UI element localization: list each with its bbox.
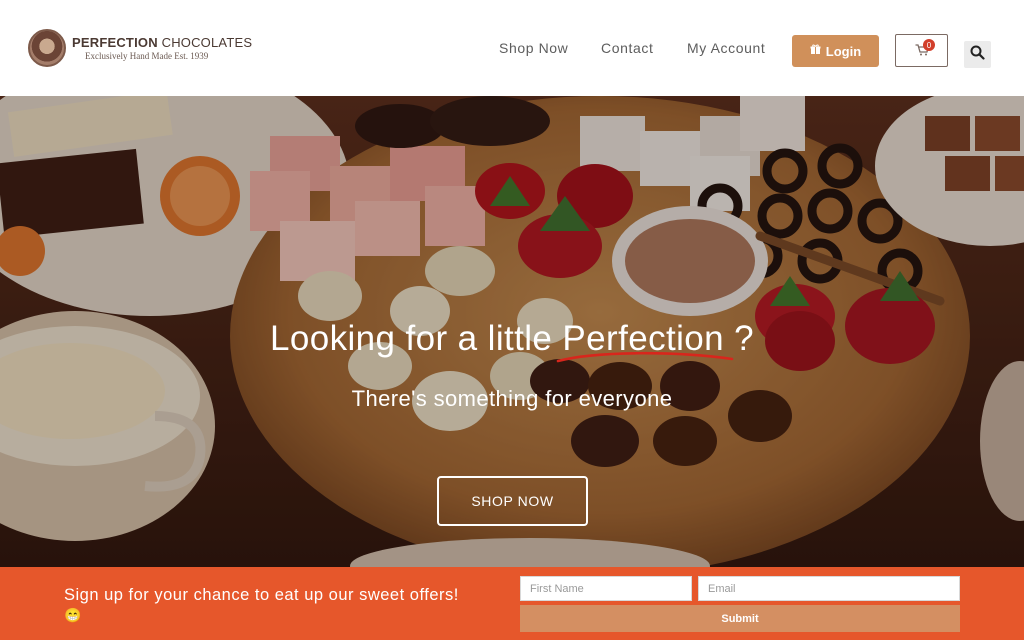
- nav-contact[interactable]: Contact: [601, 40, 653, 56]
- signup-text: Sign up for your chance to eat up our sw…: [64, 586, 504, 625]
- grin-emoji-icon: 😁: [64, 607, 82, 623]
- search-button[interactable]: [964, 41, 991, 68]
- shop-now-button[interactable]: SHOP NOW: [437, 476, 588, 526]
- submit-button[interactable]: Submit: [520, 605, 960, 632]
- hero-title-highlight: Perfection: [557, 319, 734, 363]
- logo-text: PERFECTION CHOCOLATES Exclusively Hand M…: [72, 35, 252, 61]
- logo-tagline: Exclusively Hand Made Est. 1939: [85, 51, 209, 61]
- cart-count-badge: 0: [923, 39, 935, 51]
- hero-title: Looking for a little Perfection ?: [0, 319, 1024, 363]
- hero-banner: Looking for a little Perfection ? There'…: [0, 96, 1024, 567]
- site-header: PERFECTION CHOCOLATES Exclusively Hand M…: [0, 0, 1024, 96]
- gift-icon: [810, 44, 821, 58]
- cart-button[interactable]: 0: [895, 34, 948, 67]
- logo-seal-icon: [28, 29, 66, 67]
- signup-message: Sign up for your chance to eat up our sw…: [64, 586, 459, 604]
- nav-shop-now[interactable]: Shop Now: [499, 40, 568, 56]
- login-button[interactable]: Login: [792, 35, 879, 67]
- highlight-underline: [557, 351, 734, 363]
- logo-name: PERFECTION CHOCOLATES: [72, 35, 253, 50]
- signup-bar: Sign up for your chance to eat up our sw…: [0, 567, 1024, 640]
- email-input[interactable]: Email: [698, 576, 960, 601]
- login-label: Login: [825, 43, 862, 59]
- hero-title-start: Looking for a little: [269, 319, 563, 358]
- hero-subtitle: There's something for everyone: [351, 386, 673, 411]
- nav-my-account[interactable]: My Account: [687, 40, 765, 56]
- search-icon: [970, 45, 985, 65]
- first-name-input[interactable]: First Name: [520, 576, 692, 601]
- site-logo[interactable]: PERFECTION CHOCOLATES Exclusively Hand M…: [28, 29, 252, 67]
